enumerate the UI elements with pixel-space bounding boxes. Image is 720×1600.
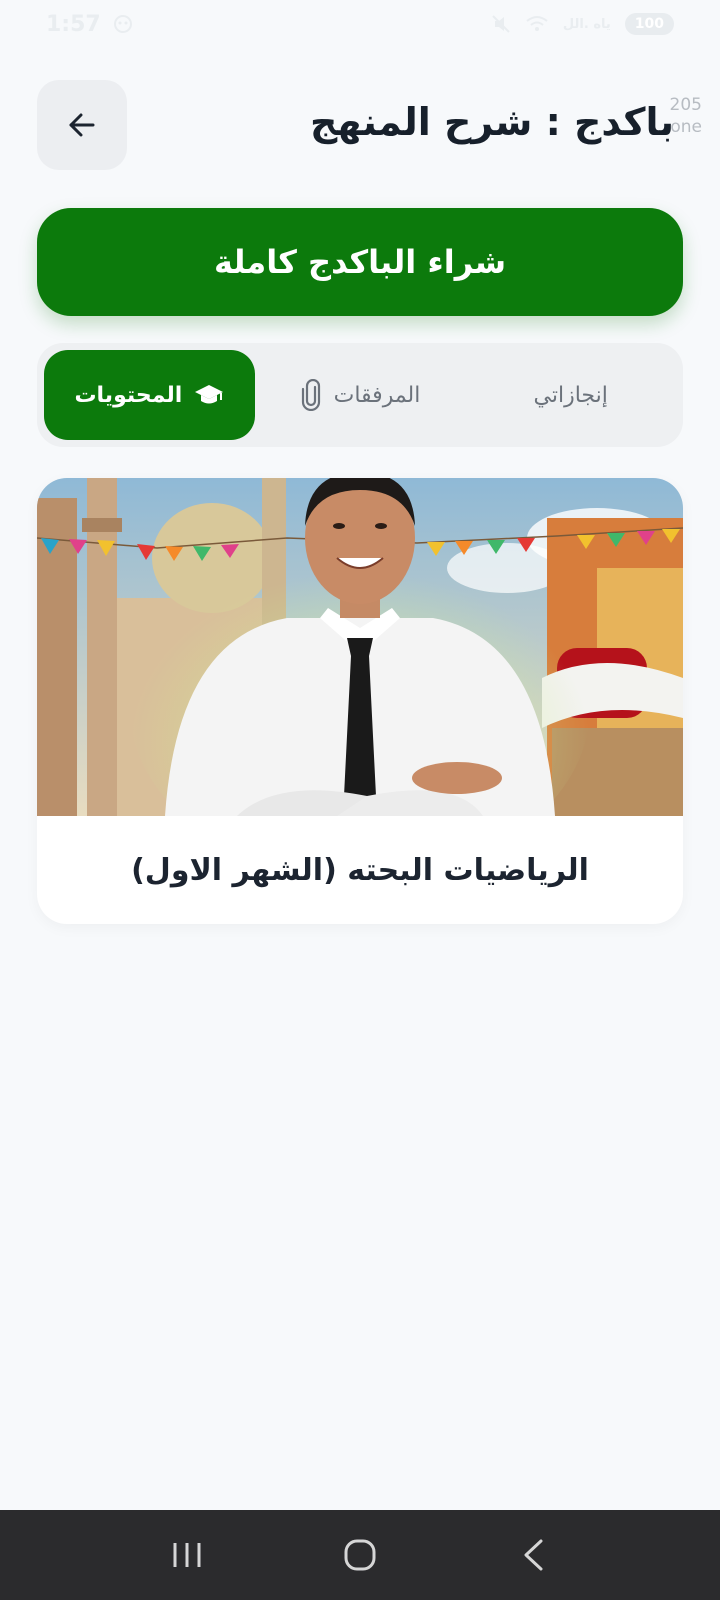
- tab-achievements-label: إنجازاتي: [533, 382, 608, 408]
- recent-apps-icon: [173, 1543, 201, 1567]
- recent-apps-button[interactable]: [147, 1525, 227, 1585]
- course-card[interactable]: الرياضيات البحته (الشهر الاول): [37, 478, 683, 924]
- status-left: 1:57: [46, 12, 135, 37]
- paperclip-icon: [301, 379, 320, 411]
- overlay-counter-label: one: [670, 117, 702, 137]
- status-time: 1:57: [46, 11, 101, 37]
- overlay-counter: 205 one: [642, 94, 702, 138]
- tab-contents-label: المحتويات: [74, 382, 183, 408]
- tab-bar: المحتويات المرفقات إنجازاتي: [37, 343, 683, 447]
- notification-icon: [113, 15, 132, 33]
- back-button[interactable]: [37, 80, 127, 170]
- tab-achievements[interactable]: إنجازاتي: [465, 350, 676, 440]
- overlay-counter-number: 205: [669, 95, 702, 115]
- home-button[interactable]: [320, 1525, 400, 1585]
- home-icon: [344, 1539, 376, 1571]
- buy-package-button[interactable]: شراء الباكدج كاملة: [37, 208, 683, 316]
- page-title: باكدج : شرح المنهج: [309, 100, 674, 144]
- chevron-left-icon: [524, 1539, 543, 1571]
- course-thumbnail: [37, 478, 683, 816]
- signal-text: ياه .الل: [562, 16, 611, 32]
- status-bar: 1:57 ياه .الل 100: [0, 0, 720, 48]
- tab-attachments-label: المرفقات: [333, 382, 421, 408]
- mute-icon: [492, 15, 510, 33]
- arrow-left-icon: [69, 113, 95, 137]
- system-back-button[interactable]: [493, 1525, 573, 1585]
- status-right: ياه .الل 100: [491, 13, 674, 35]
- graduation-cap-icon: [195, 385, 224, 404]
- tab-contents[interactable]: المحتويات: [44, 350, 255, 440]
- android-nav-bar: [0, 1510, 720, 1600]
- tab-attachments[interactable]: المرفقات: [255, 350, 466, 440]
- course-title: الرياضيات البحته (الشهر الاول): [131, 852, 589, 888]
- battery-indicator: 100: [624, 13, 674, 35]
- wifi-icon: [526, 16, 548, 31]
